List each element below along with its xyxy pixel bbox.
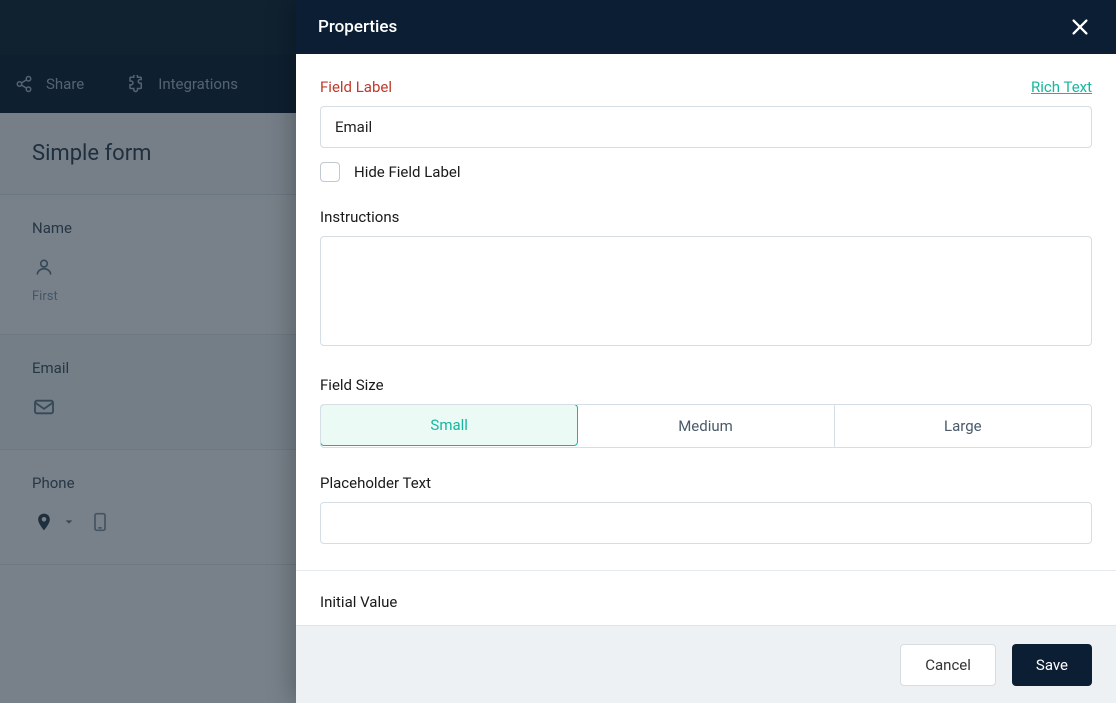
size-option-medium[interactable]: Medium <box>577 405 834 447</box>
field-label-input[interactable] <box>320 106 1092 148</box>
panel-header: Properties <box>296 0 1116 54</box>
section-divider <box>296 570 1116 571</box>
properties-panel: Properties Field Label Rich Text Hide Fi… <box>296 0 1116 703</box>
size-option-small[interactable]: Small <box>320 404 578 446</box>
placeholder-label: Placeholder Text <box>320 474 431 492</box>
panel-body: Field Label Rich Text Hide Field Label I… <box>296 54 1116 625</box>
instructions-section: Instructions <box>320 208 1092 350</box>
save-button[interactable]: Save <box>1012 644 1092 686</box>
hide-label-text: Hide Field Label <box>354 163 460 181</box>
field-label-section: Field Label Rich Text Hide Field Label <box>320 78 1092 182</box>
field-label-text: Field Label <box>320 78 392 96</box>
size-option-large[interactable]: Large <box>835 405 1091 447</box>
initial-value-section: Initial Value <box>320 593 1092 611</box>
placeholder-section: Placeholder Text <box>320 474 1092 544</box>
field-size-section: Field Size Small Medium Large <box>320 376 1092 448</box>
field-size-label: Field Size <box>320 376 384 394</box>
cancel-button[interactable]: Cancel <box>900 644 996 686</box>
close-icon <box>1069 16 1091 38</box>
instructions-input[interactable] <box>320 236 1092 346</box>
panel-title: Properties <box>318 17 397 37</box>
panel-footer: Cancel Save <box>296 625 1116 703</box>
initial-value-label: Initial Value <box>320 593 397 611</box>
rich-text-link[interactable]: Rich Text <box>1031 78 1092 96</box>
placeholder-input[interactable] <box>320 502 1092 544</box>
close-button[interactable] <box>1066 13 1094 41</box>
instructions-label: Instructions <box>320 208 399 226</box>
field-size-segmented: Small Medium Large <box>320 404 1092 448</box>
hide-label-checkbox[interactable] <box>320 162 340 182</box>
